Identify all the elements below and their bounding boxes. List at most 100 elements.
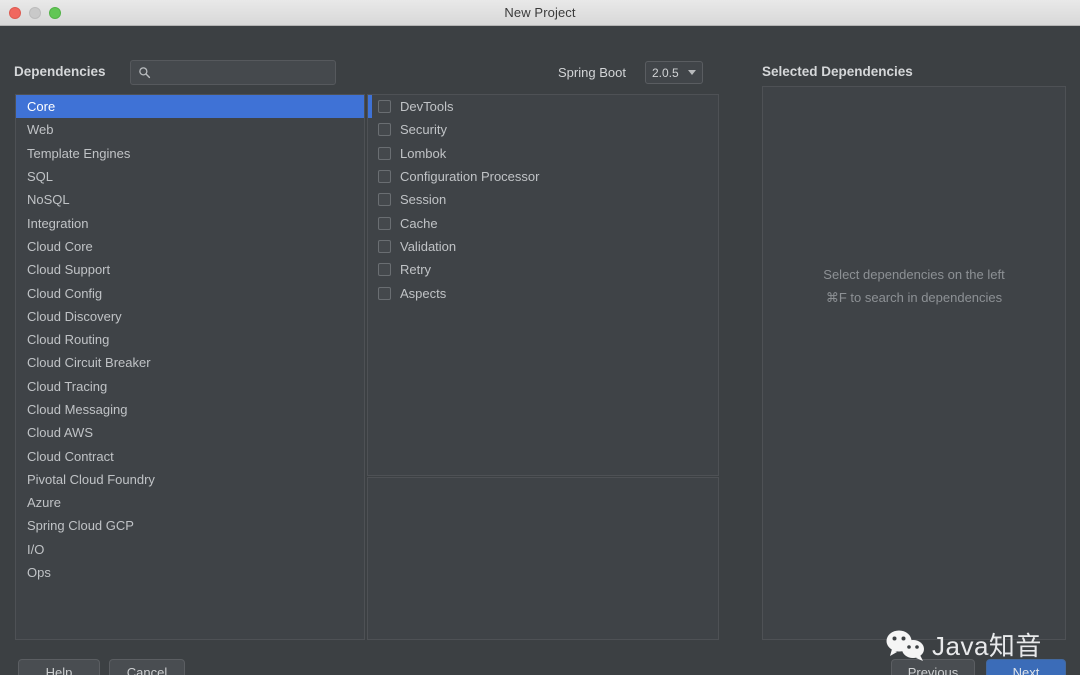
dependency-checkbox[interactable] bbox=[378, 240, 391, 253]
dependency-item[interactable]: Session bbox=[368, 188, 718, 211]
category-item-label: Pivotal Cloud Foundry bbox=[27, 472, 155, 487]
selected-dependencies-heading: Selected Dependencies bbox=[762, 64, 913, 79]
spring-boot-label: Spring Boot bbox=[558, 65, 626, 80]
category-item[interactable]: Cloud Discovery bbox=[16, 305, 364, 328]
spring-boot-version-value: 2.0.5 bbox=[652, 66, 679, 80]
dependency-item[interactable]: DevTools bbox=[368, 95, 718, 118]
minimize-window-button[interactable] bbox=[29, 7, 41, 19]
chevron-down-icon bbox=[688, 70, 696, 75]
dependency-checkbox[interactable] bbox=[378, 287, 391, 300]
dependency-item-label: Configuration Processor bbox=[400, 169, 539, 184]
search-input[interactable] bbox=[157, 66, 327, 80]
zoom-window-button[interactable] bbox=[49, 7, 61, 19]
dependency-checkbox[interactable] bbox=[378, 170, 391, 183]
dependency-description-panel bbox=[367, 477, 719, 640]
new-project-dialog: New Project Dependencies Spring Boot 2.0… bbox=[0, 0, 1080, 675]
category-item[interactable]: Cloud Support bbox=[16, 258, 364, 281]
dependency-checkbox[interactable] bbox=[378, 217, 391, 230]
placeholder-line-1: Select dependencies on the left bbox=[763, 263, 1065, 286]
placeholder-line-2: ⌘F to search in dependencies bbox=[763, 286, 1065, 309]
category-item[interactable]: Cloud Tracing bbox=[16, 375, 364, 398]
category-item[interactable]: Cloud Contract bbox=[16, 444, 364, 467]
dependency-item[interactable]: Security bbox=[368, 118, 718, 141]
spring-boot-version-select[interactable]: 2.0.5 bbox=[645, 61, 703, 84]
dependency-item-label: DevTools bbox=[400, 99, 453, 114]
search-dependencies-box[interactable] bbox=[130, 60, 336, 85]
previous-button[interactable]: Previous bbox=[891, 659, 975, 675]
category-item-label: Spring Cloud GCP bbox=[27, 518, 134, 533]
dependency-item-label: Aspects bbox=[400, 286, 446, 301]
dependency-checkbox[interactable] bbox=[378, 263, 391, 276]
category-item-label: Cloud Messaging bbox=[27, 402, 127, 417]
category-item[interactable]: Core bbox=[16, 95, 364, 118]
category-item[interactable]: Azure bbox=[16, 491, 364, 514]
dependency-item-label: Security bbox=[400, 122, 447, 137]
category-item[interactable]: Pivotal Cloud Foundry bbox=[16, 468, 364, 491]
traffic-lights bbox=[9, 0, 61, 26]
dependency-item-label: Session bbox=[400, 192, 446, 207]
category-item[interactable]: Ops bbox=[16, 561, 364, 584]
category-item[interactable]: Integration bbox=[16, 211, 364, 234]
category-item-label: Web bbox=[27, 122, 54, 137]
selected-dependencies-placeholder: Select dependencies on the left ⌘F to se… bbox=[763, 263, 1065, 309]
categories-list[interactable]: Core Web Template Engines SQL NoSQL Integrati… bbox=[16, 95, 364, 584]
category-item[interactable]: Web bbox=[16, 118, 364, 141]
category-item[interactable]: I/O bbox=[16, 538, 364, 561]
category-item-label: Cloud Tracing bbox=[27, 379, 107, 394]
dependency-checkbox[interactable] bbox=[378, 147, 391, 160]
next-button[interactable]: Next bbox=[986, 659, 1066, 675]
category-item-label: Cloud Support bbox=[27, 262, 110, 277]
category-item[interactable]: Cloud AWS bbox=[16, 421, 364, 444]
category-item-label: Cloud Config bbox=[27, 286, 102, 301]
dependency-item[interactable]: Validation bbox=[368, 235, 718, 258]
dependency-item-label: Validation bbox=[400, 239, 456, 254]
dependency-checkbox[interactable] bbox=[378, 100, 391, 113]
dependencies-list[interactable]: DevTools Security Lombok Configuration Proc… bbox=[368, 95, 718, 305]
categories-panel: Core Web Template Engines SQL NoSQL Integrati… bbox=[15, 94, 365, 640]
category-item-label: Ops bbox=[27, 565, 51, 580]
dependencies-panel: DevTools Security Lombok Configuration Proc… bbox=[367, 94, 719, 476]
help-button[interactable]: Help bbox=[18, 659, 100, 675]
category-item-label: Cloud Circuit Breaker bbox=[27, 355, 151, 370]
cancel-button[interactable]: Cancel bbox=[109, 659, 185, 675]
dependency-checkbox[interactable] bbox=[378, 193, 391, 206]
category-item[interactable]: Cloud Routing bbox=[16, 328, 364, 351]
dialog-body: Dependencies Spring Boot 2.0.5 Selected … bbox=[0, 26, 1080, 675]
category-item-label: Cloud Core bbox=[27, 239, 93, 254]
category-item-label: Cloud Contract bbox=[27, 449, 114, 464]
category-item-label: Cloud Discovery bbox=[27, 309, 122, 324]
category-item[interactable]: Template Engines bbox=[16, 142, 364, 165]
category-item-label: I/O bbox=[27, 542, 44, 557]
window-title: New Project bbox=[504, 5, 575, 20]
window-titlebar: New Project bbox=[0, 0, 1080, 26]
selection-indicator-strip bbox=[368, 95, 372, 118]
category-item[interactable]: Cloud Core bbox=[16, 235, 364, 258]
category-item[interactable]: NoSQL bbox=[16, 188, 364, 211]
category-item-label: Cloud AWS bbox=[27, 425, 93, 440]
selected-dependencies-panel[interactable]: Select dependencies on the left ⌘F to se… bbox=[762, 86, 1066, 640]
category-item-label: Template Engines bbox=[27, 146, 130, 161]
category-item[interactable]: Cloud Messaging bbox=[16, 398, 364, 421]
category-item-label: Azure bbox=[27, 495, 61, 510]
dependency-item[interactable]: Configuration Processor bbox=[368, 165, 718, 188]
dependency-item-label: Retry bbox=[400, 262, 431, 277]
dependency-item[interactable]: Aspects bbox=[368, 281, 718, 304]
dependency-item[interactable]: Lombok bbox=[368, 142, 718, 165]
close-window-button[interactable] bbox=[9, 7, 21, 19]
dependency-item[interactable]: Retry bbox=[368, 258, 718, 281]
category-item[interactable]: Cloud Circuit Breaker bbox=[16, 351, 364, 374]
category-item-label: Core bbox=[27, 99, 55, 114]
dependency-item[interactable]: Cache bbox=[368, 211, 718, 234]
dependency-checkbox[interactable] bbox=[378, 123, 391, 136]
search-icon bbox=[138, 66, 151, 79]
dependencies-heading: Dependencies bbox=[14, 64, 106, 79]
dependency-item-label: Cache bbox=[400, 216, 438, 231]
category-item-label: Integration bbox=[27, 216, 88, 231]
category-item-label: NoSQL bbox=[27, 192, 70, 207]
category-item-label: SQL bbox=[27, 169, 53, 184]
category-item[interactable]: Cloud Config bbox=[16, 281, 364, 304]
category-item[interactable]: Spring Cloud GCP bbox=[16, 514, 364, 537]
category-item[interactable]: SQL bbox=[16, 165, 364, 188]
category-item-label: Cloud Routing bbox=[27, 332, 109, 347]
dependency-description-text bbox=[368, 478, 718, 498]
